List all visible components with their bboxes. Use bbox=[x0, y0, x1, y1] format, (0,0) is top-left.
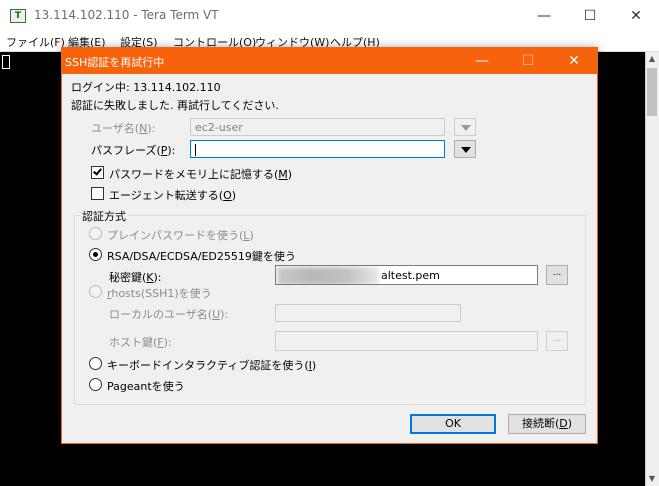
maximize-button[interactable]: ☐ bbox=[567, 0, 613, 32]
agent-forwarding-checkbox[interactable] bbox=[91, 187, 104, 200]
private-key-label: 秘密鍵(K): bbox=[109, 271, 162, 284]
auth-failed-message: 認証に失敗しました. 再試行してください. bbox=[71, 99, 279, 112]
vertical-scrollbar[interactable] bbox=[645, 52, 659, 486]
passphrase-field[interactable] bbox=[190, 140, 445, 158]
terminal-cursor bbox=[2, 55, 10, 69]
host-key-field[interactable] bbox=[275, 331, 538, 351]
rhosts-label[interactable]: rhosts(SSH1)を使う bbox=[107, 285, 212, 301]
menu-file[interactable]: ファイル(F) bbox=[6, 34, 65, 50]
window-title: 13.114.102.110 - Tera Term VT bbox=[34, 8, 219, 22]
rhosts-radio[interactable] bbox=[89, 285, 102, 298]
private-key-filename: altest.pem bbox=[381, 269, 440, 282]
disconnect-button[interactable]: 接続断(D) bbox=[508, 414, 586, 434]
radio-selected-dot bbox=[93, 252, 98, 257]
host-key-browse-button[interactable]: ... bbox=[546, 331, 568, 351]
dialog-title: SSH認証を再試行中 bbox=[65, 56, 165, 69]
scrollbar-thumb[interactable] bbox=[647, 68, 657, 116]
ssh-auth-dialog: SSH認証を再試行中 — ☐ ✕ ログイン中: 13.114.102.110 認… bbox=[61, 47, 598, 444]
host-key-label: ホスト鍵(F): bbox=[109, 336, 172, 349]
plain-password-radio[interactable] bbox=[89, 227, 102, 240]
dialog-titlebar[interactable]: SSH認証を再試行中 — ☐ ✕ bbox=[62, 48, 597, 74]
rsa-key-label[interactable]: RSA/DSA/ECDSA/ED25519鍵を使う bbox=[107, 248, 296, 264]
tera-term-icon: T bbox=[10, 9, 26, 23]
agent-forwarding-label[interactable]: エージェント転送する(O) bbox=[109, 187, 236, 203]
minimize-button[interactable]: — bbox=[521, 0, 567, 32]
keyboard-interactive-radio[interactable] bbox=[89, 357, 102, 370]
private-key-field[interactable]: altest.pem bbox=[275, 265, 538, 285]
rsa-key-radio[interactable] bbox=[89, 248, 102, 261]
local-user-field[interactable] bbox=[275, 304, 461, 322]
username-field[interactable]: ec2-user bbox=[190, 118, 445, 136]
close-button[interactable]: ✕ bbox=[613, 0, 659, 32]
text-caret bbox=[195, 144, 196, 156]
login-status: ログイン中: 13.114.102.110 bbox=[71, 81, 221, 94]
scroll-up-arrow-icon[interactable]: ▲ bbox=[645, 52, 659, 66]
keyboard-interactive-label[interactable]: キーボードインタラクティブ認証を使う(I) bbox=[107, 357, 316, 373]
dialog-close-button[interactable]: ✕ bbox=[551, 48, 597, 74]
plain-password-label[interactable]: プレインパスワードを使う(L) bbox=[107, 227, 254, 243]
username-label: ユーザ名(N): bbox=[91, 122, 156, 135]
pageant-radio[interactable] bbox=[89, 378, 102, 391]
chevron-down-icon bbox=[461, 125, 471, 131]
dialog-maximize-button: ☐ bbox=[521, 53, 535, 69]
checkmark-icon bbox=[93, 166, 102, 176]
private-key-browse-button[interactable]: ... bbox=[546, 265, 568, 285]
redacted-path bbox=[277, 267, 379, 284]
username-dropdown-button[interactable] bbox=[454, 118, 476, 136]
window-titlebar[interactable]: T 13.114.102.110 - Tera Term VT — ☐ ✕ bbox=[0, 0, 659, 32]
remember-password-checkbox[interactable] bbox=[91, 166, 104, 179]
remember-password-label[interactable]: パスワードをメモリ上に記憶する(M) bbox=[109, 166, 292, 182]
ok-button[interactable]: OK bbox=[410, 414, 496, 434]
passphrase-dropdown-button[interactable] bbox=[454, 140, 476, 158]
dialog-minimize-button[interactable]: — bbox=[459, 48, 505, 74]
auth-method-label: 認証方式 bbox=[80, 208, 128, 224]
local-user-label: ローカルのユーザ名(U): bbox=[109, 308, 229, 321]
pageant-label[interactable]: Pageantを使う bbox=[107, 378, 185, 394]
chevron-down-icon bbox=[461, 147, 471, 153]
passphrase-label: パスフレーズ(P): bbox=[91, 144, 176, 157]
scroll-down-arrow-icon[interactable]: ▼ bbox=[645, 472, 659, 486]
